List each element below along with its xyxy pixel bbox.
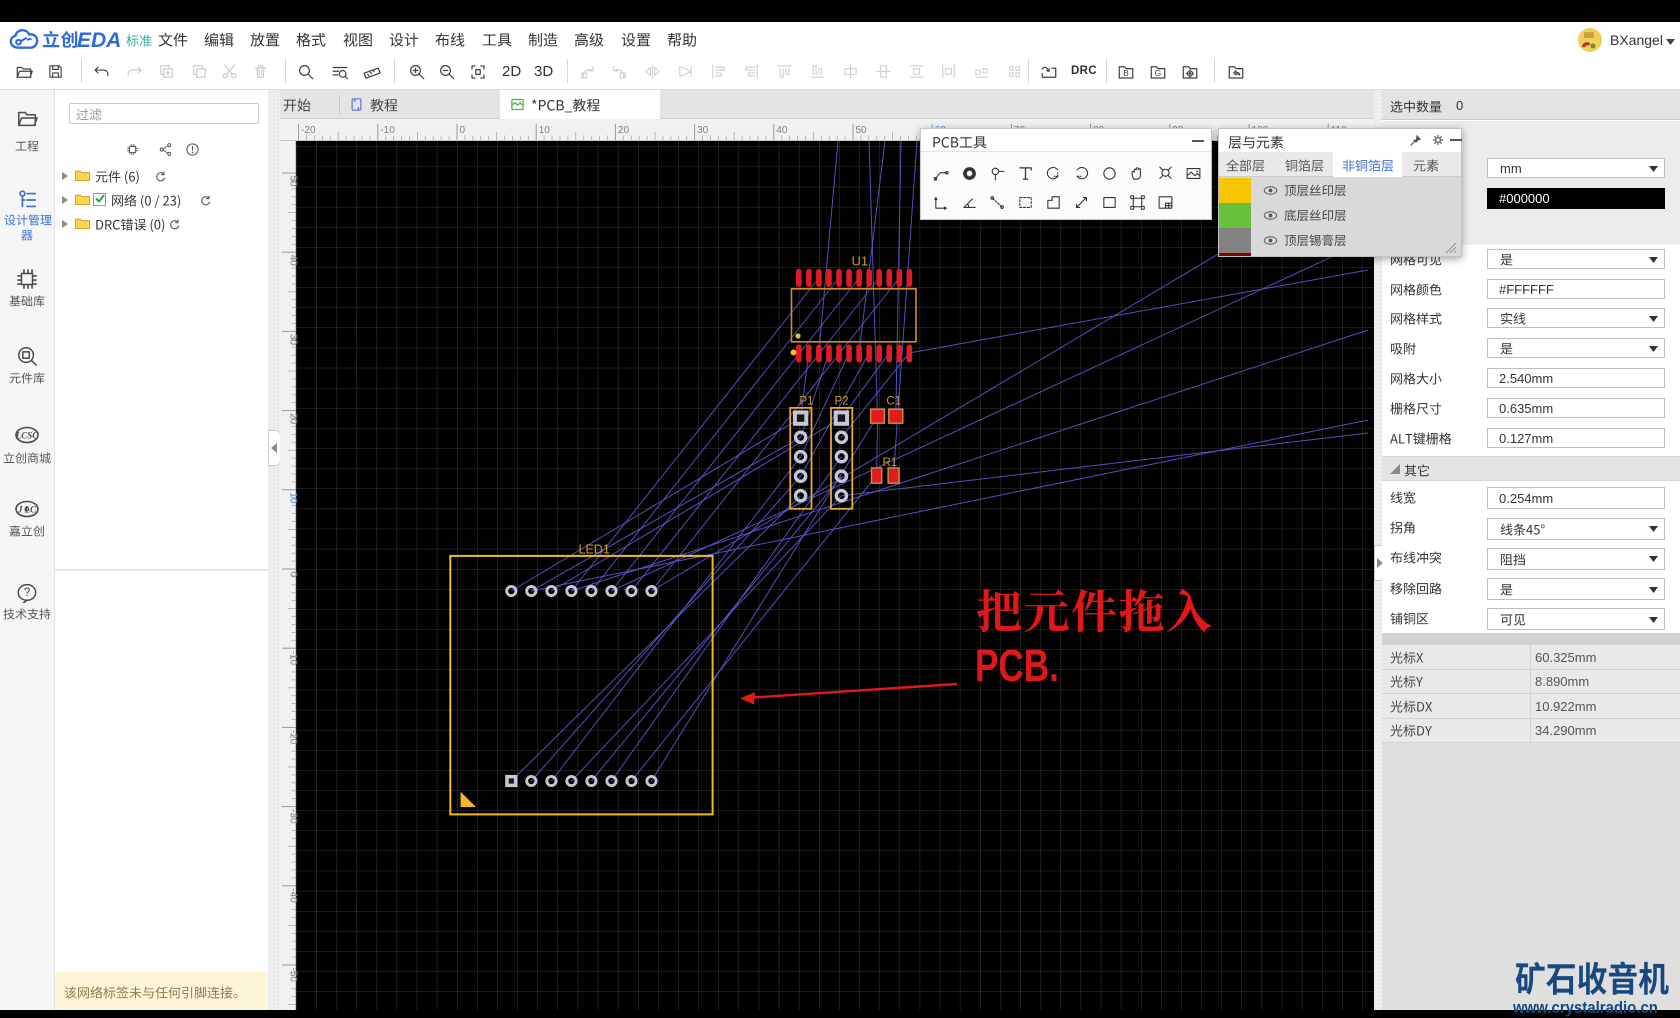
svg-text:-20: -20: [288, 730, 299, 745]
svg-text:50: 50: [856, 125, 868, 136]
svg-text:-20: -20: [301, 125, 316, 136]
svg-text:P1: P1: [800, 396, 814, 408]
svg-text:10: 10: [539, 125, 551, 136]
svg-text:-10: -10: [288, 651, 299, 666]
svg-text:LED1: LED1: [579, 543, 610, 557]
svg-text:C1: C1: [886, 396, 901, 408]
svg-text:-10: -10: [380, 125, 395, 136]
svg-text:40: 40: [776, 125, 788, 136]
svg-text:0: 0: [460, 125, 466, 136]
svg-text:-30: -30: [288, 809, 299, 824]
svg-text:?: ?: [24, 585, 31, 599]
svg-text:20: 20: [618, 125, 630, 136]
svg-text:P2: P2: [835, 396, 849, 408]
svg-text:-50: -50: [288, 968, 299, 983]
svg-text:G: G: [1155, 69, 1161, 78]
svg-text:B: B: [1123, 69, 1129, 78]
svg-text:LCSC: LCSC: [15, 431, 39, 441]
svg-text:J LC: J LC: [17, 505, 37, 515]
svg-text:U1: U1: [852, 254, 869, 269]
svg-text:R1: R1: [883, 457, 898, 469]
svg-text:-40: -40: [288, 888, 299, 903]
svg-text:30: 30: [697, 125, 709, 136]
